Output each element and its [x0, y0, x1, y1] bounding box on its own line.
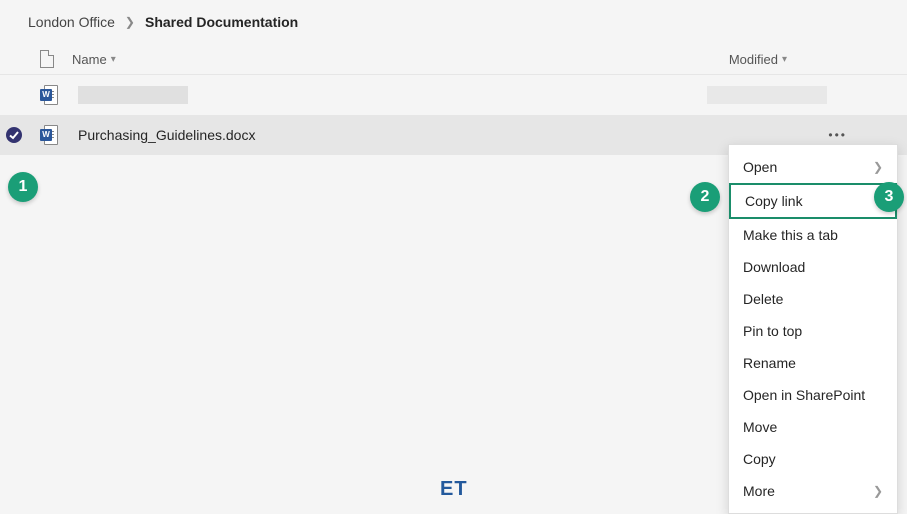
selected-check-icon[interactable] [5, 126, 23, 144]
table-row[interactable]: W [0, 75, 907, 115]
file-name[interactable]: Purchasing_Guidelines.docx [78, 127, 828, 143]
annotation-badge-1: 1 [8, 172, 38, 202]
menu-item-label: Download [743, 259, 805, 275]
menu-item-open[interactable]: Open ❯ [729, 151, 897, 183]
menu-item-label: Move [743, 419, 777, 435]
chevron-down-icon[interactable]: ▾ [111, 54, 116, 65]
menu-item-label: More [743, 483, 775, 499]
menu-item-more[interactable]: More ❯ [729, 475, 897, 507]
breadcrumb: London Office ❯ Shared Documentation [0, 0, 907, 40]
chevron-right-icon: ❯ [125, 15, 135, 29]
menu-item-delete[interactable]: Delete [729, 283, 897, 315]
column-header-row: Name ▾ Modified ▾ [0, 40, 907, 75]
modified-column-header[interactable]: Modified [729, 52, 778, 67]
annotation-badge-2: 2 [690, 182, 720, 212]
chevron-right-icon: ❯ [873, 484, 883, 498]
menu-item-open-sharepoint[interactable]: Open in SharePoint [729, 379, 897, 411]
chevron-down-icon[interactable]: ▾ [782, 54, 787, 65]
redacted-modified [707, 86, 827, 104]
watermark: ET [440, 478, 468, 501]
breadcrumb-current: Shared Documentation [145, 14, 298, 30]
menu-item-label: Open in SharePoint [743, 387, 865, 403]
redacted-filename [78, 86, 188, 104]
menu-item-label: Open [743, 159, 777, 175]
chevron-right-icon: ❯ [873, 160, 883, 174]
more-actions-button[interactable]: ••• [828, 128, 847, 142]
word-file-icon: W [40, 85, 60, 105]
menu-item-make-tab[interactable]: Make this a tab [729, 219, 897, 251]
menu-item-copy[interactable]: Copy [729, 443, 897, 475]
menu-item-rename[interactable]: Rename [729, 347, 897, 379]
context-menu: Open ❯ Copy link Make this a tab Downloa… [728, 144, 898, 514]
name-column-header[interactable]: Name [72, 52, 107, 67]
annotation-badge-3: 3 [874, 182, 904, 212]
menu-item-label: Copy [743, 451, 776, 467]
menu-item-label: Delete [743, 291, 783, 307]
breadcrumb-parent[interactable]: London Office [28, 14, 115, 30]
file-type-header-icon [40, 50, 54, 68]
menu-item-label: Copy link [745, 193, 803, 209]
menu-item-label: Rename [743, 355, 796, 371]
menu-item-move[interactable]: Move [729, 411, 897, 443]
menu-item-download[interactable]: Download [729, 251, 897, 283]
word-file-icon: W [40, 125, 60, 145]
menu-item-label: Make this a tab [743, 227, 838, 243]
menu-item-pin[interactable]: Pin to top [729, 315, 897, 347]
menu-item-copy-link[interactable]: Copy link [729, 183, 897, 219]
menu-item-label: Pin to top [743, 323, 802, 339]
